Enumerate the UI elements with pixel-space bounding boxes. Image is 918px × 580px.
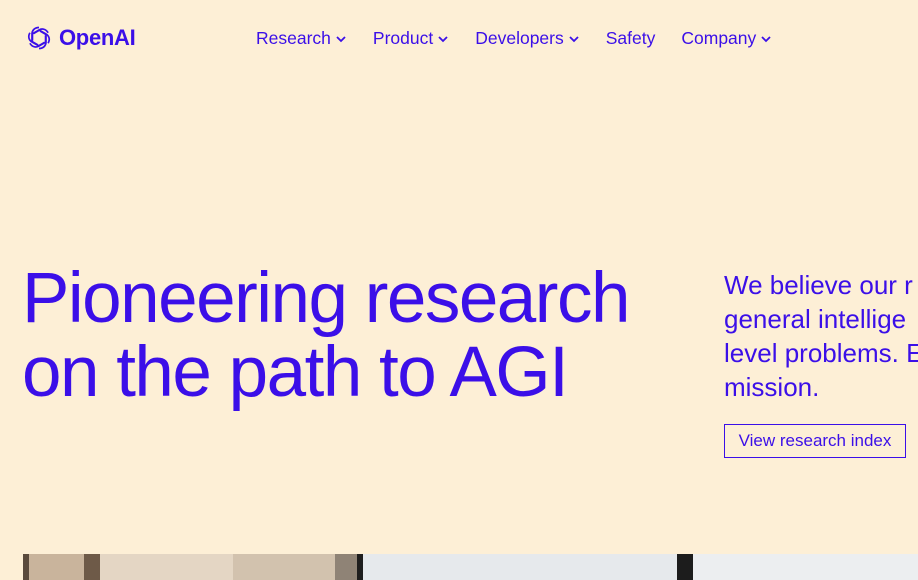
nav-item-label: Research [256,28,331,48]
image-segment [693,554,918,580]
image-segment [84,554,100,580]
hero-description-line: general intellige [724,304,907,334]
view-research-index-button[interactable]: View research index [724,424,906,458]
hero-description-text: We believe our r general intellige level… [724,268,918,404]
hero-title-line: on the path to AGI [22,333,569,412]
nav-item-label: Developers [475,28,564,48]
chevron-down-icon [569,35,579,42]
hero-title-line: Pioneering research [22,259,630,338]
main-nav: Research Product Developers Safety Compa… [256,28,772,49]
logo[interactable]: OpenAI [23,22,136,54]
nav-item-label: Safety [605,28,656,48]
nav-item-label: Company [681,28,757,48]
logo-text: OpenAI [59,25,136,50]
hero-description-line: We believe our r [724,270,913,300]
image-segment [335,554,357,580]
image-segment [677,554,693,580]
openai-knot-icon [27,26,51,50]
image-segment [233,554,335,580]
nav-item-safety[interactable]: Safety [606,28,656,49]
site-header: OpenAI Research Product Developers Safet… [0,0,918,78]
nav-item-product[interactable]: Product [373,28,449,49]
hero-description-line: mission. [724,372,820,402]
nav-item-research[interactable]: Research [256,28,347,49]
hero-title: Pioneering research on the path to AGI [22,262,682,410]
nav-item-company[interactable]: Company [681,28,772,49]
hero-image [23,554,918,580]
hero-description-line: level problems. E [724,338,918,368]
chevron-down-icon [336,35,346,42]
image-segment [363,554,677,580]
nav-item-developers[interactable]: Developers [475,28,580,49]
page: OpenAI Research Product Developers Safet… [0,0,918,580]
nav-item-label: Product [372,28,434,48]
chevron-down-icon [438,35,448,42]
chevron-down-icon [761,35,771,42]
image-segment [100,554,233,580]
image-segment [29,554,84,580]
hero-description: We believe our r general intellige level… [724,268,918,404]
